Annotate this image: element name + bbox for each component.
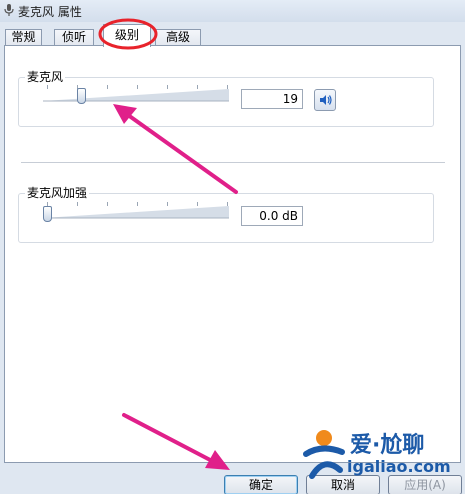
slider-tick	[137, 85, 138, 89]
slider-tick	[77, 202, 78, 206]
slider-tick	[167, 202, 168, 206]
watermark: 爱·尬聊 igaliao.com	[300, 424, 465, 484]
slider-tick	[197, 202, 198, 206]
tab-levels[interactable]: 级别	[103, 24, 151, 47]
boost-level-value[interactable]: 0.0 dB	[241, 206, 303, 226]
speaker-icon	[320, 95, 332, 105]
watermark-domain: igaliao.com	[347, 457, 451, 476]
ok-button[interactable]: 确定	[224, 475, 298, 494]
slider-tick	[197, 85, 198, 89]
slider-tick	[137, 202, 138, 206]
slider-tick	[227, 85, 228, 89]
tab-general[interactable]: 常规	[5, 29, 42, 46]
separator	[21, 162, 445, 163]
slider-tick	[47, 85, 48, 89]
mute-button[interactable]	[314, 89, 336, 111]
boost-slider-track[interactable]	[43, 206, 229, 220]
brand-logo-icon	[303, 430, 345, 479]
microphone-slider-thumb[interactable]	[76, 88, 86, 104]
tab-listen[interactable]: 侦听	[54, 29, 94, 46]
slider-tick	[107, 85, 108, 89]
title-bar: 麦克风 属性	[0, 0, 465, 22]
tab-panel: 麦克风 19 麦克风加强 0.0 dB	[4, 45, 461, 463]
boost-label: 麦克风加强	[25, 186, 90, 200]
microphone-slider-track[interactable]	[43, 89, 229, 103]
slider-tick	[227, 202, 228, 206]
tab-advanced[interactable]: 高级	[155, 29, 201, 46]
boost-slider-thumb[interactable]	[43, 206, 52, 222]
slider-tick	[167, 85, 168, 89]
microphone-label: 麦克风	[25, 70, 66, 84]
tab-strip: 常规 侦听 级别 高级	[0, 22, 465, 47]
microphone-icon	[4, 4, 14, 16]
microphone-level-value[interactable]: 19	[241, 89, 303, 109]
slider-tick	[107, 202, 108, 206]
watermark-brand: 爱·尬聊	[350, 433, 425, 458]
window-title: 麦克风 属性	[18, 5, 82, 19]
